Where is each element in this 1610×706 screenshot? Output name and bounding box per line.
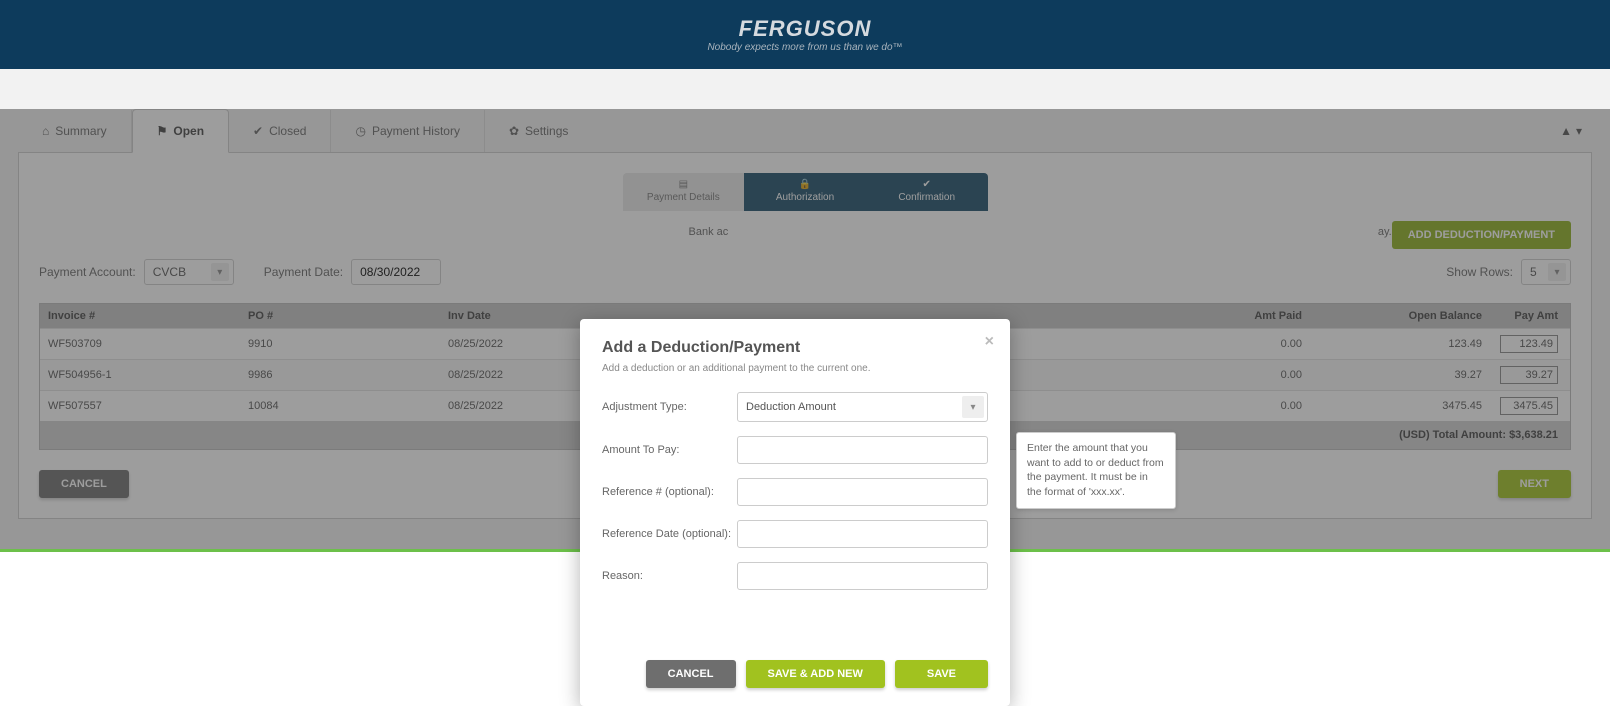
app-header: FERGUSON Nobody expects more from us tha… xyxy=(0,0,1610,69)
spacer xyxy=(0,69,1610,109)
modal-title: Add a Deduction/Payment xyxy=(602,339,988,357)
reference-date-input[interactable] xyxy=(737,520,988,548)
row-adjustment-type: Adjustment Type: Deduction Amount ▾ xyxy=(602,392,988,422)
modal-save-button[interactable]: SAVE xyxy=(895,660,988,688)
reason-label: Reason: xyxy=(602,570,737,582)
brand-logo: FERGUSON Nobody expects more from us tha… xyxy=(707,16,902,53)
close-icon[interactable]: × xyxy=(985,333,994,351)
adjustment-type-label: Adjustment Type: xyxy=(602,401,737,413)
row-reason: Reason: xyxy=(602,562,988,590)
modal-save-add-button[interactable]: SAVE & ADD NEW xyxy=(746,660,885,688)
row-amount: Amount To Pay: xyxy=(602,436,988,464)
amount-tooltip: Enter the amount that you want to add to… xyxy=(1016,432,1176,509)
reference-input[interactable] xyxy=(737,478,988,506)
add-deduction-modal: × Add a Deduction/Payment Add a deductio… xyxy=(580,319,1010,706)
reason-input[interactable] xyxy=(737,562,988,590)
brand-name: FERGUSON xyxy=(707,16,902,42)
reference-label: Reference # (optional): xyxy=(602,486,737,498)
amount-input[interactable] xyxy=(737,436,988,464)
amount-label: Amount To Pay: xyxy=(602,444,737,456)
reference-date-label: Reference Date (optional): xyxy=(602,528,737,540)
modal-cancel-button[interactable]: CANCEL xyxy=(646,660,736,688)
brand-tagline: Nobody expects more from us than we do™ xyxy=(707,42,902,53)
modal-actions: CANCEL SAVE & ADD NEW SAVE xyxy=(602,660,988,688)
row-reference-date: Reference Date (optional): xyxy=(602,520,988,548)
chevron-down-icon: ▾ xyxy=(962,396,984,418)
modal-subtitle: Add a deduction or an additional payment… xyxy=(602,363,988,374)
adjustment-type-select[interactable]: Deduction Amount ▾ xyxy=(737,392,988,422)
adjustment-type-value: Deduction Amount xyxy=(746,401,836,413)
row-reference: Reference # (optional): xyxy=(602,478,988,506)
page-content: ⌂ Summary ⚑ Open ✔ Closed ◷ Payment Hist… xyxy=(0,109,1610,549)
